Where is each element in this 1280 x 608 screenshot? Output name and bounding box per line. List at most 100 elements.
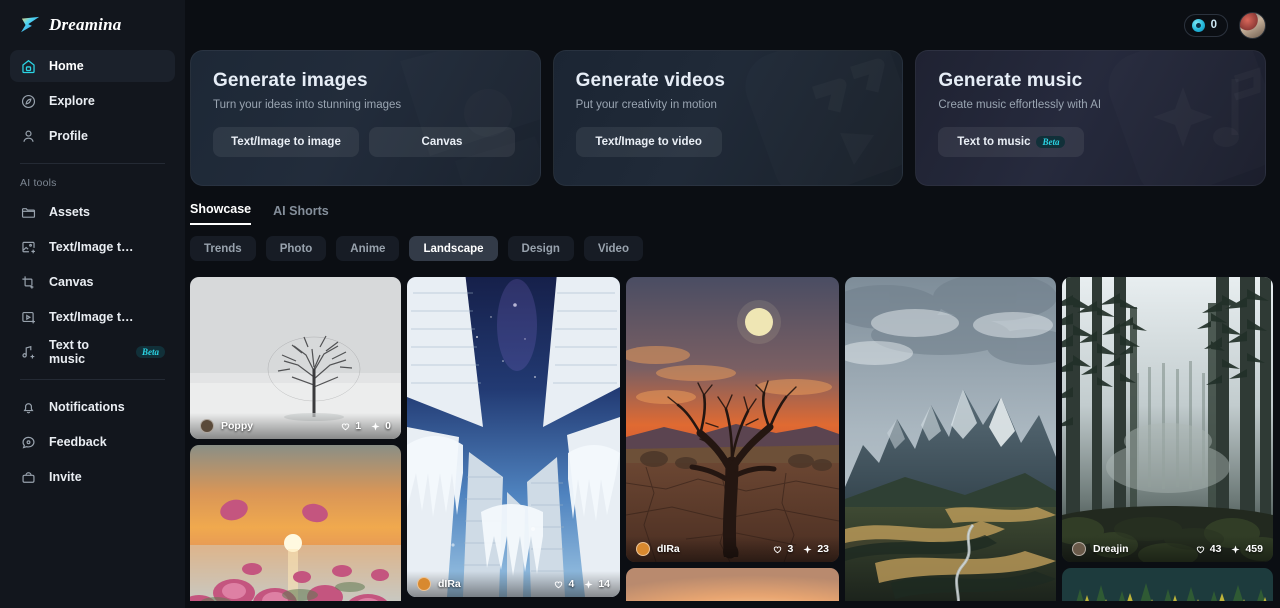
desert-moon-tree-artwork [626, 277, 839, 562]
like-count: 1 [355, 420, 362, 432]
avatar [200, 419, 214, 433]
image-plus-icon [20, 239, 37, 256]
like-count: 4 [568, 578, 575, 590]
chip-trends[interactable]: Trends [190, 236, 256, 261]
avatar[interactable] [1239, 11, 1266, 39]
hero-title: Generate images [213, 70, 368, 91]
compass-icon [20, 93, 37, 110]
gallery-tile[interactable]: dIRa 3 23 [626, 277, 839, 562]
hero-title: Generate videos [575, 70, 726, 91]
chip-video[interactable]: Video [583, 236, 643, 261]
heart-icon [555, 580, 563, 588]
gallery-tile[interactable] [845, 277, 1056, 601]
gallery-column: Dreajin 43 459 [1062, 277, 1273, 601]
tab-ai-shorts[interactable]: AI Shorts [273, 204, 329, 225]
gallery-tile[interactable] [1062, 568, 1273, 601]
like-stat: 43 [1195, 543, 1221, 555]
avatar [417, 577, 431, 591]
top-bar: 0 [185, 0, 1280, 50]
hero-card-generate-images[interactable]: Generate images Turn your ideas into stu… [190, 50, 541, 186]
tile-author: dIRa [657, 543, 680, 555]
hero-card-row: Generate images Turn your ideas into stu… [185, 50, 1280, 186]
hero-button-group: Text/Image to image Canvas [213, 127, 518, 157]
sidebar-item-feedback[interactable]: Feedback [10, 426, 175, 458]
like-stat: 3 [772, 543, 793, 555]
sidebar-item-text-to-music[interactable]: Text to music Beta [10, 336, 175, 368]
sparkle-icon [1231, 544, 1241, 554]
gallery-tile[interactable] [626, 568, 839, 601]
sidebar-item-label: Invite [49, 470, 82, 484]
foggy-forest-artwork [1062, 277, 1273, 562]
heart-icon [342, 422, 350, 430]
brand-logo[interactable]: Dreamina [10, 0, 175, 50]
credits-button[interactable]: 0 [1183, 13, 1228, 37]
chip-photo[interactable]: Photo [265, 236, 327, 261]
tile-stats: 3 23 [772, 543, 829, 555]
gallery-column: dIRa 3 23 [626, 277, 839, 601]
chip-anime[interactable]: Anime [336, 236, 400, 261]
folder-icon [20, 204, 37, 221]
credits-count: 0 [1210, 19, 1217, 31]
canvas-crop-icon [20, 274, 37, 291]
tab-showcase[interactable]: Showcase [190, 202, 252, 225]
home-icon [20, 58, 37, 75]
gallery-tile[interactable] [190, 445, 401, 601]
tile-author: Poppy [221, 420, 254, 432]
tile-meta: dIRa 3 23 [626, 536, 839, 562]
sidebar-item-label: Feedback [49, 435, 107, 449]
content-tabs: Showcase AI Shorts [185, 186, 1280, 225]
sidebar-item-label: Text/Image t… [49, 240, 134, 254]
chip-landscape[interactable]: Landscape [409, 236, 498, 261]
text-image-to-image-button[interactable]: Text/Image to image [213, 127, 359, 157]
ice-skyscrapers-artwork [407, 277, 620, 597]
star-stat: 0 [370, 420, 391, 432]
sidebar-item-home[interactable]: Home [10, 50, 175, 82]
sidebar-item-assets[interactable]: Assets [10, 196, 175, 228]
gallery-tile[interactable]: Poppy 1 0 [190, 277, 401, 439]
avatar [1072, 542, 1086, 556]
sidebar-item-explore[interactable]: Explore [10, 85, 175, 117]
sidebar-item-notifications[interactable]: Notifications [10, 391, 175, 423]
tile-author: Dreajin [1093, 543, 1129, 555]
sidebar-item-label: Text/Image t… [49, 310, 134, 324]
tile-meta: Dreajin 43 459 [1062, 536, 1273, 562]
text-image-to-video-button[interactable]: Text/Image to video [575, 127, 722, 157]
credit-coin-icon [1191, 18, 1205, 32]
warm-gradient-artwork [626, 568, 839, 601]
invite-icon [20, 469, 37, 486]
tile-stats: 4 14 [553, 578, 610, 590]
showcase-gallery: Poppy 1 0 dIRa 4 14 dIRa 3 23 Dreajin 43… [185, 261, 1280, 601]
rose-sunset-artwork [190, 445, 401, 601]
gallery-column [845, 277, 1056, 601]
gallery-tile[interactable]: dIRa 4 14 [407, 277, 620, 597]
sidebar-item-canvas[interactable]: Canvas [10, 266, 175, 298]
sidebar-item-profile[interactable]: Profile [10, 120, 175, 152]
sidebar-item-text-image-to-video[interactable]: Text/Image t… [10, 301, 175, 333]
sidebar-item-label: Canvas [49, 275, 94, 289]
canvas-button[interactable]: Canvas [369, 127, 515, 157]
hero-subtitle: Turn your ideas into stunning images [213, 99, 402, 111]
sidebar-item-text-image-to-image[interactable]: Text/Image t… [10, 231, 175, 263]
sidebar-item-label: Home [49, 59, 84, 73]
text-to-music-button[interactable]: Text to music Beta [938, 127, 1085, 157]
mountain-valley-artwork [845, 277, 1056, 601]
star-count: 0 [385, 420, 391, 432]
tile-stats: 1 0 [340, 420, 391, 432]
sidebar: Dreamina Home Explore Profile AI tools A… [0, 0, 185, 608]
text-to-music-button-label: Text to music [957, 136, 1031, 148]
hero-card-generate-videos[interactable]: Generate videos Put your creativity in m… [552, 50, 904, 186]
gallery-column: dIRa 4 14 [407, 277, 620, 601]
like-stat: 4 [553, 578, 574, 590]
star-stat: 459 [1230, 543, 1263, 555]
tile-meta: Poppy 1 0 [190, 413, 401, 439]
sidebar-section-ai-tools: AI tools [20, 177, 57, 189]
gallery-tile[interactable]: Dreajin 43 459 [1062, 277, 1273, 562]
bell-icon [20, 399, 37, 416]
chip-design[interactable]: Design [507, 236, 574, 261]
avatar [636, 542, 650, 556]
heart-icon [1196, 545, 1204, 553]
user-icon [20, 128, 37, 145]
sidebar-item-invite[interactable]: Invite [10, 461, 175, 493]
sparkle-icon [584, 579, 593, 589]
hero-card-generate-music[interactable]: Generate music Create music effortlessly… [915, 50, 1267, 186]
